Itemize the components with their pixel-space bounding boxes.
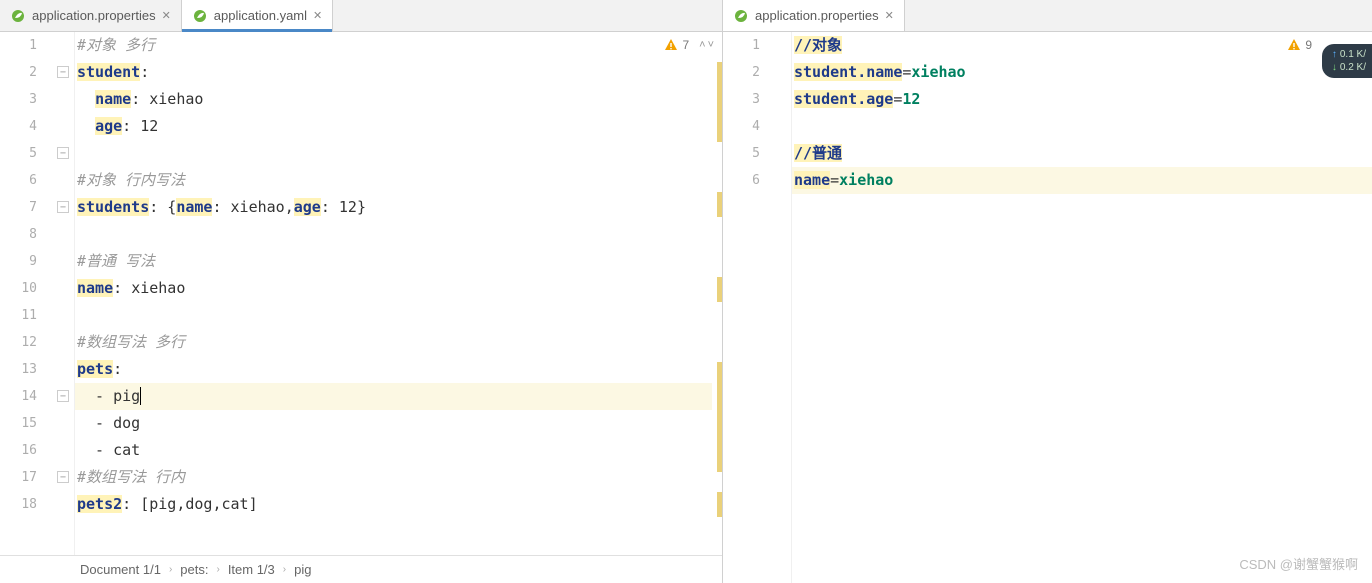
fold-toggle-icon[interactable]: − bbox=[57, 471, 69, 483]
code-comment: #对象 多行 bbox=[77, 36, 155, 54]
yaml-value: xiehao bbox=[149, 90, 203, 108]
inspection-widget[interactable]: 7 ˄ ˅ bbox=[664, 38, 714, 52]
left-code-area[interactable]: #对象 多行 student: name: xiehao age: 12 #对象… bbox=[75, 32, 712, 555]
yaml-key: age bbox=[95, 117, 122, 135]
inspection-widget[interactable]: 9 bbox=[1287, 38, 1312, 52]
tab-label: application.properties bbox=[755, 8, 879, 23]
yaml-value: xiehao bbox=[131, 279, 185, 297]
spring-leaf-icon bbox=[192, 8, 208, 24]
fold-toggle-icon[interactable]: − bbox=[57, 147, 69, 159]
left-line-gutter: 123456789101112131415161718 bbox=[0, 32, 55, 555]
prop-comment: //对象 bbox=[794, 36, 842, 54]
chevron-up-icon[interactable]: ˄ bbox=[699, 39, 705, 51]
warning-icon bbox=[1287, 38, 1301, 52]
right-editor[interactable]: 123456 //对象 student.name=xiehao student.… bbox=[723, 32, 1372, 583]
tab-application-yaml[interactable]: application.yaml ✕ bbox=[182, 0, 333, 31]
right-editor-pane: application.properties ✕ 123456 //对象 stu… bbox=[723, 0, 1372, 583]
left-editor[interactable]: 123456789101112131415161718 − − − − − #对… bbox=[0, 32, 722, 555]
prop-value: xiehao bbox=[839, 171, 893, 189]
breadcrumb-item[interactable]: pig bbox=[294, 562, 311, 577]
watermark-text: CSDN @谢蟹蟹猴啊 bbox=[1239, 554, 1358, 573]
tab-application-properties-left[interactable]: application.properties ✕ bbox=[0, 0, 182, 31]
inspection-nav: ˄ ˅ bbox=[699, 39, 714, 51]
right-line-gutter: 123456 bbox=[723, 32, 778, 583]
right-code-area[interactable]: //对象 student.name=xiehao student.age=12 … bbox=[792, 32, 1372, 583]
breadcrumb-item[interactable]: pets: bbox=[180, 562, 208, 577]
spring-leaf-icon bbox=[10, 8, 26, 24]
prop-key: name bbox=[794, 171, 830, 189]
yaml-key: students bbox=[77, 198, 149, 216]
prop-key: student.name bbox=[794, 63, 902, 81]
chevron-down-icon[interactable]: ˅ bbox=[708, 39, 714, 51]
performance-widget[interactable]: 0.1 K/ 0.2 K/ bbox=[1322, 44, 1372, 78]
fold-toggle-icon[interactable]: − bbox=[57, 390, 69, 402]
spring-leaf-icon bbox=[733, 8, 749, 24]
breadcrumb-item[interactable]: Item 1/3 bbox=[228, 562, 275, 577]
yaml-key: name bbox=[77, 279, 113, 297]
fold-column bbox=[778, 32, 792, 583]
left-tab-bar: application.properties ✕ application.yam… bbox=[0, 0, 722, 32]
code-comment: #对象 行内写法 bbox=[77, 171, 185, 189]
tab-label: application.yaml bbox=[214, 8, 307, 23]
close-icon[interactable]: ✕ bbox=[162, 9, 171, 22]
fold-column: − − − − − bbox=[55, 32, 75, 555]
prop-comment: //普通 bbox=[794, 144, 842, 162]
prop-value: 12 bbox=[902, 90, 920, 108]
warning-count: 9 bbox=[1305, 38, 1312, 52]
code-comment: #数组写法 多行 bbox=[77, 333, 185, 351]
close-icon[interactable]: ✕ bbox=[885, 9, 894, 22]
yaml-list-item: - pig bbox=[77, 387, 140, 405]
breadcrumb-item[interactable]: Document 1/1 bbox=[80, 562, 161, 577]
warning-icon bbox=[664, 38, 678, 52]
yaml-key: pets2 bbox=[77, 495, 122, 513]
text-cursor bbox=[140, 387, 141, 405]
tab-label: application.properties bbox=[32, 8, 156, 23]
close-icon[interactable]: ✕ bbox=[313, 9, 322, 22]
yaml-value: [pig,dog,cat] bbox=[140, 495, 257, 513]
prop-key: student.age bbox=[794, 90, 893, 108]
warning-count: 7 bbox=[682, 38, 689, 52]
tab-application-properties-right[interactable]: application.properties ✕ bbox=[723, 0, 905, 31]
yaml-value: 12 bbox=[140, 117, 158, 135]
net-upload: 0.1 K/ bbox=[1332, 48, 1366, 61]
left-editor-pane: application.properties ✕ application.yam… bbox=[0, 0, 723, 583]
change-marker-bar bbox=[712, 32, 722, 555]
code-comment: #数组写法 行内 bbox=[77, 468, 185, 486]
breadcrumb-bar: Document 1/1› pets:› Item 1/3› pig bbox=[0, 555, 722, 583]
fold-toggle-icon[interactable]: − bbox=[57, 66, 69, 78]
right-tab-bar: application.properties ✕ bbox=[723, 0, 1372, 32]
yaml-list-item: - dog bbox=[77, 414, 140, 432]
prop-value: xiehao bbox=[911, 63, 965, 81]
net-download: 0.2 K/ bbox=[1332, 61, 1366, 74]
fold-toggle-icon[interactable]: − bbox=[57, 201, 69, 213]
yaml-key: pets bbox=[77, 360, 113, 378]
yaml-key: name bbox=[95, 90, 131, 108]
code-comment: #普通 写法 bbox=[77, 252, 155, 270]
yaml-list-item: - cat bbox=[77, 441, 140, 459]
yaml-key: student bbox=[77, 63, 140, 81]
